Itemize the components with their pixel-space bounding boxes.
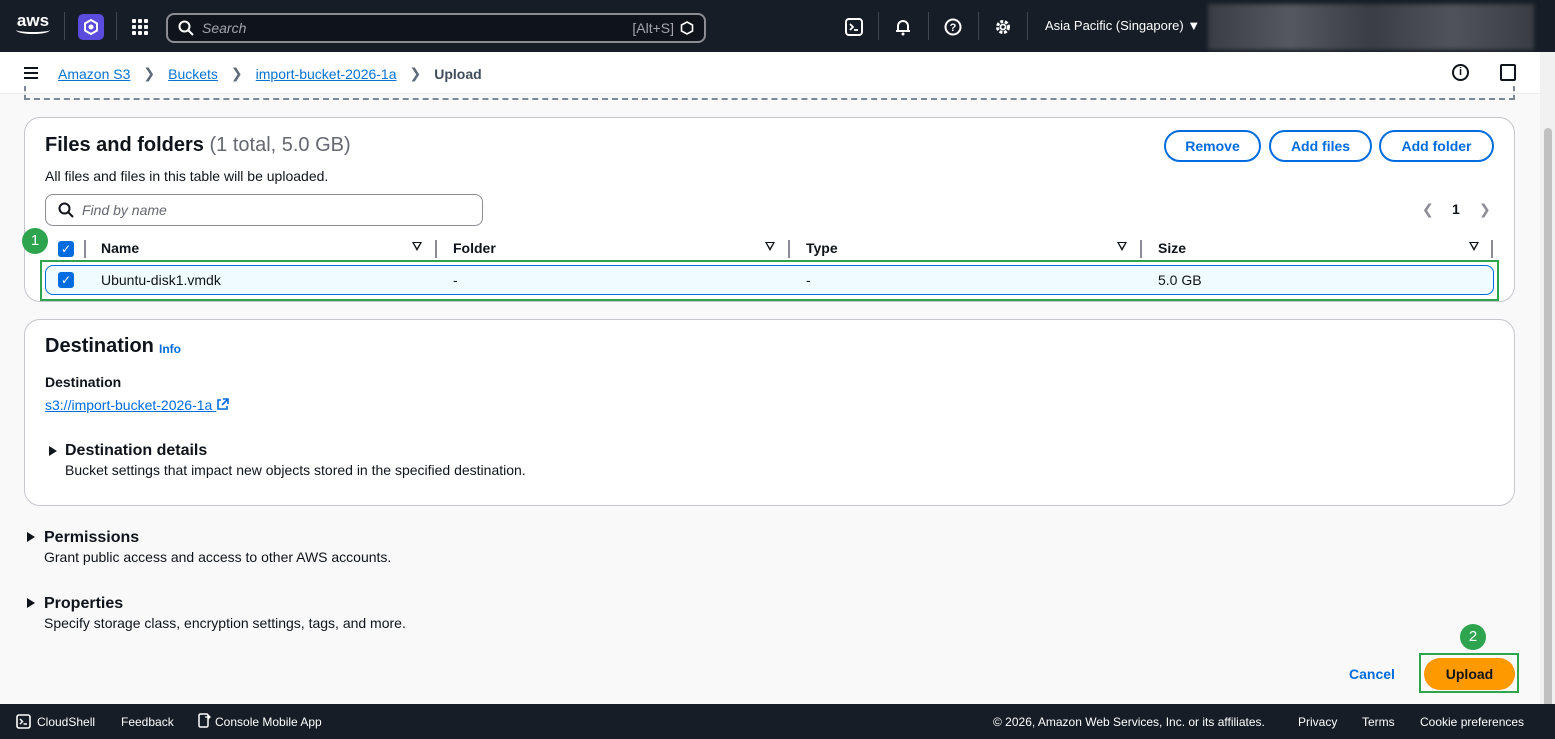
chevron-right-icon: ❯ [230, 65, 243, 81]
files-title: Files and folders (1 total, 5.0 GB) [45, 134, 351, 156]
expand-caret-icon[interactable] [27, 598, 35, 608]
breadcrumb-amazon-s3[interactable]: Amazon S3 [58, 66, 130, 82]
filter-placeholder: Find by name [82, 202, 167, 218]
account-menu-redacted[interactable] [1208, 4, 1534, 50]
sort-icon[interactable] [1469, 242, 1479, 251]
footer-terms[interactable]: Terms [1362, 715, 1395, 729]
find-by-name-input[interactable]: Find by name [45, 194, 483, 226]
footer-mobile-app[interactable]: Console Mobile App [215, 715, 322, 729]
properties-desc: Specify storage class, encryption settin… [44, 615, 406, 631]
divider [928, 12, 929, 40]
previous-page-icon[interactable]: ❮ [1422, 201, 1434, 218]
footer: CloudShell Feedback Console Mobile App ©… [0, 704, 1555, 739]
permissions-desc: Grant public access and access to other … [44, 549, 392, 565]
divider [116, 12, 117, 40]
add-folder-button[interactable]: Add folder [1379, 130, 1494, 162]
destination-details-desc: Bucket settings that impact new objects … [65, 462, 526, 478]
column-header-size[interactable]: Size [1158, 240, 1186, 258]
scrollbar-thumb[interactable] [1544, 128, 1552, 708]
help-icon[interactable]: ? [942, 16, 964, 38]
column-header-folder[interactable]: Folder [453, 240, 496, 258]
permissions-toggle[interactable]: Permissions [44, 529, 139, 547]
mobile-app-icon [198, 713, 211, 731]
column-divider[interactable] [1140, 240, 1142, 258]
region-selector[interactable]: Asia Pacific (Singapore) ▼ [1045, 18, 1200, 33]
column-divider[interactable] [788, 240, 790, 258]
sort-icon[interactable] [765, 242, 775, 251]
svg-text:?: ? [950, 22, 957, 34]
divider [64, 12, 65, 40]
sort-icon[interactable] [412, 242, 422, 251]
expand-caret-icon[interactable] [49, 446, 57, 456]
footer-privacy[interactable]: Privacy [1298, 715, 1337, 729]
next-page-icon[interactable]: ❯ [1479, 201, 1491, 218]
external-link-icon [217, 398, 230, 410]
aws-logo-text: aws [16, 11, 50, 30]
search-shortcut: [Alt+S] [632, 20, 674, 36]
column-divider[interactable] [435, 240, 437, 258]
destination-label: Destination [45, 374, 122, 390]
cloudshell-footer-icon[interactable] [16, 714, 31, 732]
search-input[interactable]: Search [Alt+S] [166, 13, 706, 43]
search-placeholder: Search [202, 20, 247, 36]
column-header-type[interactable]: Type [806, 240, 838, 258]
page-number[interactable]: 1 [1452, 201, 1460, 217]
sort-icon[interactable] [1117, 242, 1127, 251]
footer-cloudshell[interactable]: CloudShell [37, 715, 95, 729]
properties-toggle[interactable]: Properties [44, 595, 123, 613]
cloudshell-icon[interactable] [843, 16, 865, 38]
files-count: (1 total, 5.0 GB) [209, 134, 351, 156]
breadcrumb: Amazon S3 ❯ Buckets ❯ import-bucket-2026… [58, 65, 482, 82]
notifications-bell-icon[interactable] [892, 16, 914, 38]
expand-caret-icon[interactable] [27, 532, 35, 542]
destination-uri-link[interactable]: s3://import-bucket-2026-1a [45, 397, 230, 413]
top-navigation: aws Search [Alt+S] ? Asia Pacific (Singa… [0, 0, 1555, 52]
drop-zone-border [24, 86, 1515, 100]
services-grid-icon[interactable] [132, 19, 148, 35]
chevron-right-icon: ❯ [409, 65, 422, 81]
footer-cookie-preferences[interactable]: Cookie preferences [1420, 715, 1524, 729]
breadcrumb-buckets[interactable]: Buckets [168, 66, 218, 82]
column-divider [84, 240, 86, 258]
footer-feedback[interactable]: Feedback [121, 715, 174, 729]
files-description: All files and files in this table will b… [45, 168, 329, 184]
column-header-name[interactable]: Name [101, 240, 139, 258]
destination-details-toggle[interactable]: Destination details [65, 442, 207, 460]
breadcrumb-current: Upload [434, 65, 482, 82]
info-icon[interactable]: i [1452, 64, 1469, 81]
favorite-service-icon[interactable] [78, 14, 104, 40]
cancel-button[interactable]: Cancel [1349, 666, 1395, 682]
search-icon [58, 202, 74, 218]
footer-copyright: © 2026, Amazon Web Services, Inc. or its… [993, 715, 1265, 729]
settings-gear-icon[interactable] [992, 16, 1014, 38]
destination-title: Destination [45, 335, 154, 357]
menu-icon[interactable] [24, 67, 38, 79]
search-icon [178, 20, 194, 36]
aws-logo[interactable]: aws [14, 12, 52, 40]
info-link[interactable]: Info [159, 342, 181, 356]
amazon-q-icon [680, 21, 694, 35]
divider [878, 12, 879, 40]
breadcrumb-bucket[interactable]: import-bucket-2026-1a [256, 66, 397, 82]
add-files-button[interactable]: Add files [1269, 130, 1372, 162]
column-divider [1491, 240, 1493, 258]
remove-button[interactable]: Remove [1164, 130, 1261, 162]
step-badge-1: 1 [22, 228, 48, 254]
step-badge-2: 2 [1460, 624, 1486, 650]
highlight-box-upload [1419, 653, 1519, 693]
side-panel-icon[interactable] [1500, 64, 1516, 81]
select-all-checkbox[interactable]: ✓ [58, 241, 74, 257]
divider [1027, 12, 1028, 40]
highlight-box-row [40, 260, 1499, 301]
chevron-right-icon: ❯ [143, 65, 156, 81]
divider [978, 12, 979, 40]
